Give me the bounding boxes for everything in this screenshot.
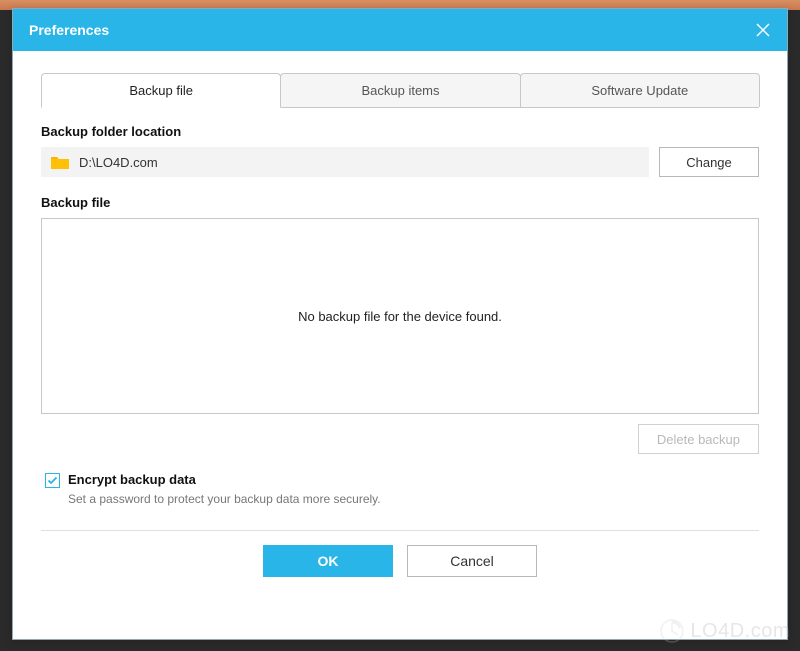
- change-button[interactable]: Change: [659, 147, 759, 177]
- folder-path-display: D:\LO4D.com: [41, 147, 649, 177]
- backup-file-listbox: No backup file for the device found.: [41, 218, 759, 414]
- folder-location-label: Backup folder location: [41, 124, 759, 139]
- check-icon: [47, 475, 58, 486]
- content-area: Backup file Backup items Software Update…: [13, 51, 787, 595]
- footer-buttons: OK Cancel: [41, 530, 759, 577]
- encrypt-description: Set a password to protect your backup da…: [68, 492, 759, 506]
- tab-backup-file[interactable]: Backup file: [41, 73, 281, 108]
- encrypt-checkbox[interactable]: [45, 473, 60, 488]
- backup-file-label: Backup file: [41, 195, 759, 210]
- encrypt-label[interactable]: Encrypt backup data: [68, 472, 196, 487]
- delete-backup-button: Delete backup: [638, 424, 759, 454]
- ok-button[interactable]: OK: [263, 545, 393, 577]
- window-title: Preferences: [29, 22, 109, 38]
- tab-backup-items[interactable]: Backup items: [280, 73, 520, 107]
- cancel-button[interactable]: Cancel: [407, 545, 537, 577]
- tab-software-update[interactable]: Software Update: [520, 73, 760, 107]
- close-icon: [756, 23, 770, 37]
- tabs-container: Backup file Backup items Software Update: [41, 73, 759, 108]
- titlebar: Preferences: [13, 9, 787, 51]
- folder-path-text: D:\LO4D.com: [79, 155, 158, 170]
- folder-icon: [51, 155, 69, 170]
- backup-empty-message: No backup file for the device found.: [298, 309, 502, 324]
- delete-row: Delete backup: [41, 424, 759, 454]
- encrypt-row: Encrypt backup data: [45, 472, 759, 488]
- folder-row: D:\LO4D.com Change: [41, 147, 759, 177]
- close-button[interactable]: [739, 9, 787, 51]
- preferences-window: Preferences Backup file Backup items Sof…: [12, 8, 788, 640]
